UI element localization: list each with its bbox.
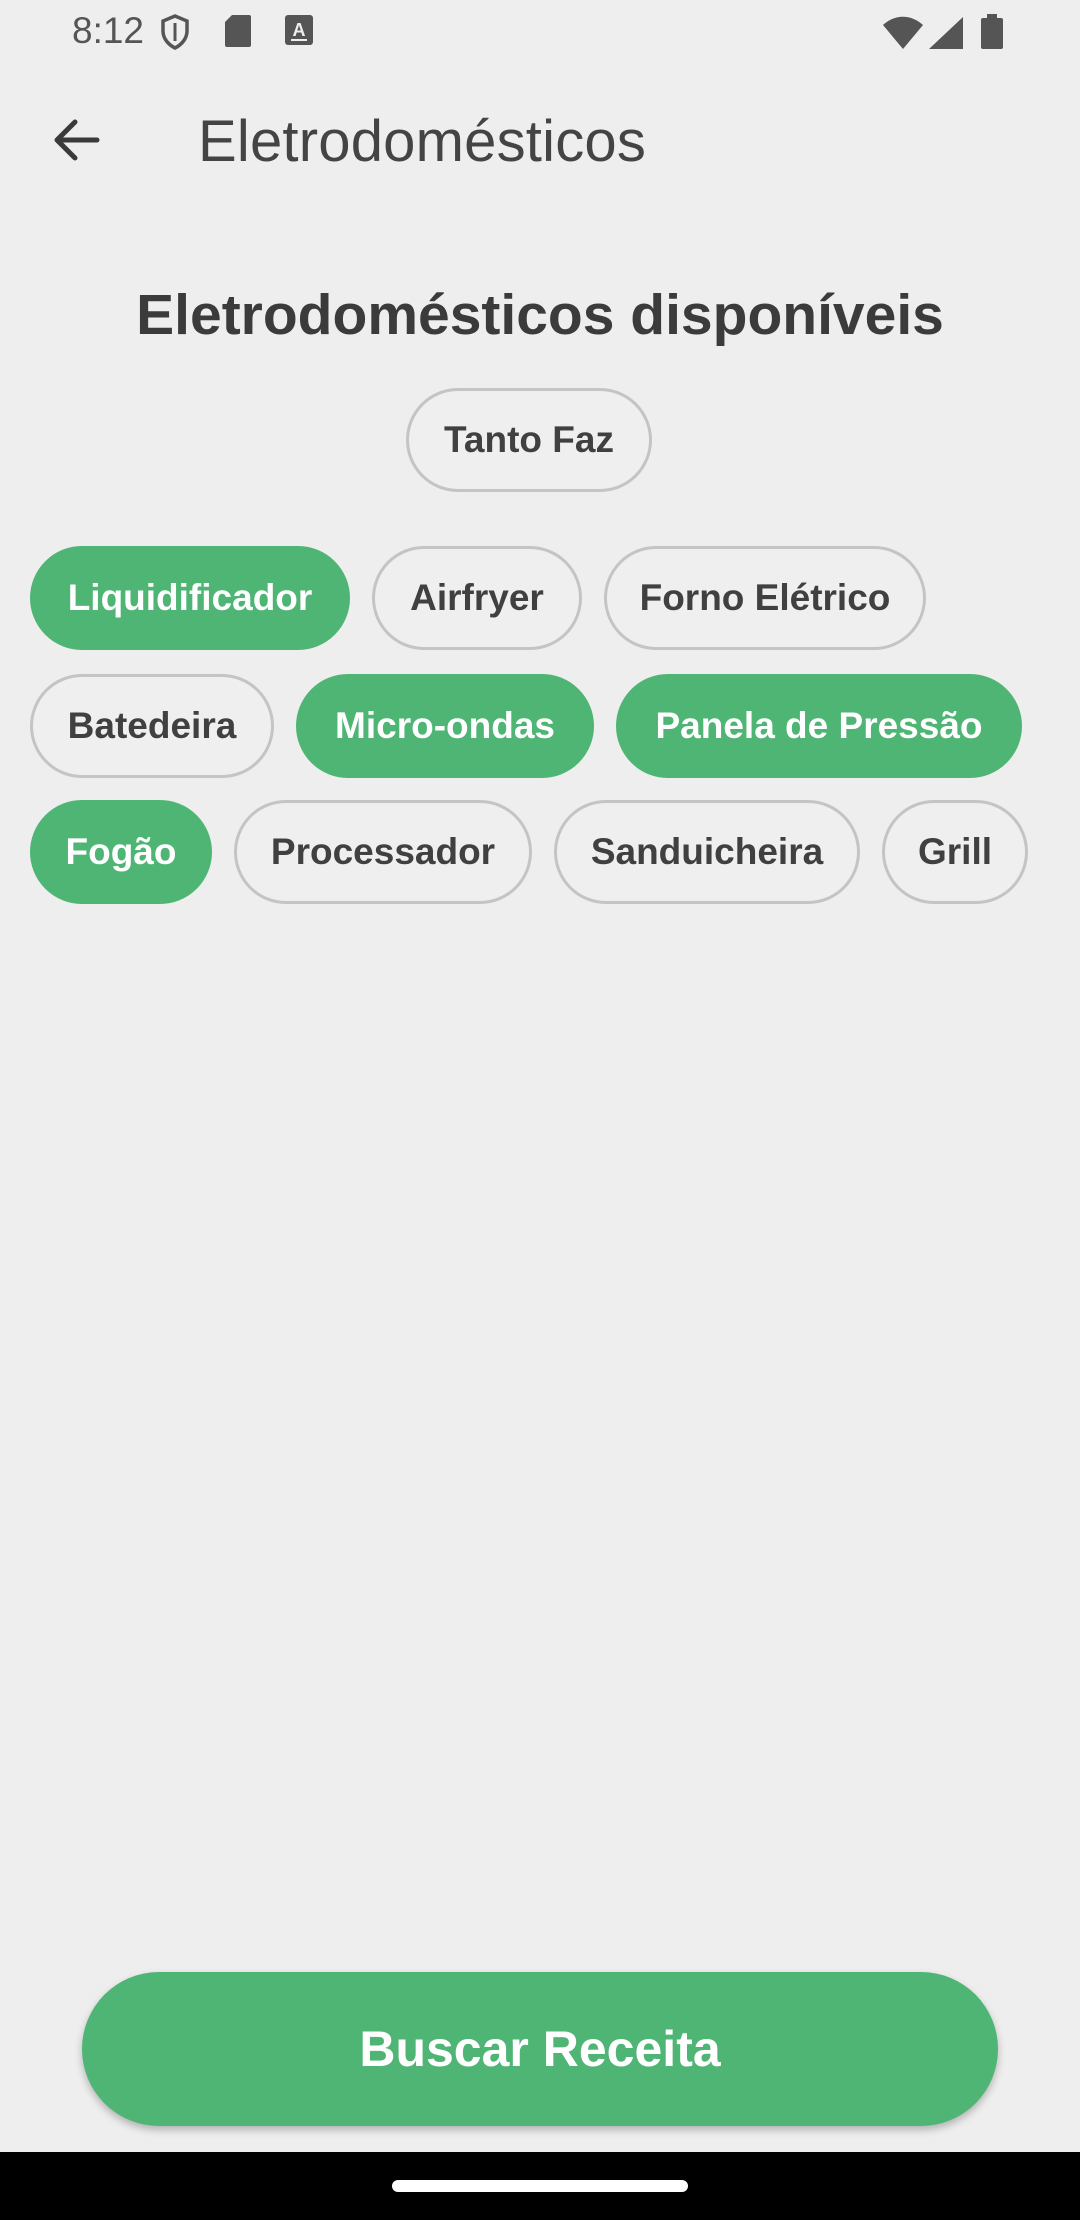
battery-icon — [980, 14, 1004, 55]
chip-liquidificador[interactable]: Liquidificador — [30, 546, 350, 650]
chip-panela-de-pressao[interactable]: Panela de Pressão — [616, 674, 1022, 778]
svg-text:A: A — [293, 20, 306, 40]
app-bar: Eletrodomésticos — [0, 90, 1080, 194]
chip-airfryer[interactable]: Airfryer — [372, 546, 582, 650]
sd-card-icon — [224, 14, 252, 53]
signal-icon — [928, 16, 964, 55]
back-button[interactable] — [38, 108, 116, 176]
home-gesture-handle[interactable] — [392, 2180, 688, 2192]
chip-micro-ondas[interactable]: Micro-ondas — [296, 674, 594, 778]
page-title: Eletrodomésticos — [198, 109, 647, 174]
chip-forno-eletrico[interactable]: Forno Elétrico — [604, 546, 926, 650]
navigation-bar — [0, 2152, 1080, 2220]
section-title: Eletrodomésticos disponíveis — [136, 283, 944, 347]
chip-processador[interactable]: Processador — [234, 800, 532, 904]
arrow-left-icon — [53, 118, 101, 167]
wifi-icon — [882, 16, 924, 55]
keyboard-a-icon: A — [284, 14, 314, 51]
status-bar: 8:12 A — [0, 0, 1080, 64]
search-recipe-button[interactable]: Buscar Receita — [82, 1972, 998, 2126]
chip-fogao[interactable]: Fogão — [30, 800, 212, 904]
chip-grill[interactable]: Grill — [882, 800, 1028, 904]
chip-tanto-faz[interactable]: Tanto Faz — [406, 388, 652, 492]
shield-icon — [160, 14, 190, 55]
status-time: 8:12 — [72, 10, 145, 51]
screen: 8:12 A Eletrodomésticos Eletrodomésticos… — [0, 0, 1080, 2220]
chip-batedeira[interactable]: Batedeira — [30, 674, 274, 778]
chip-sanduicheira[interactable]: Sanduicheira — [554, 800, 860, 904]
